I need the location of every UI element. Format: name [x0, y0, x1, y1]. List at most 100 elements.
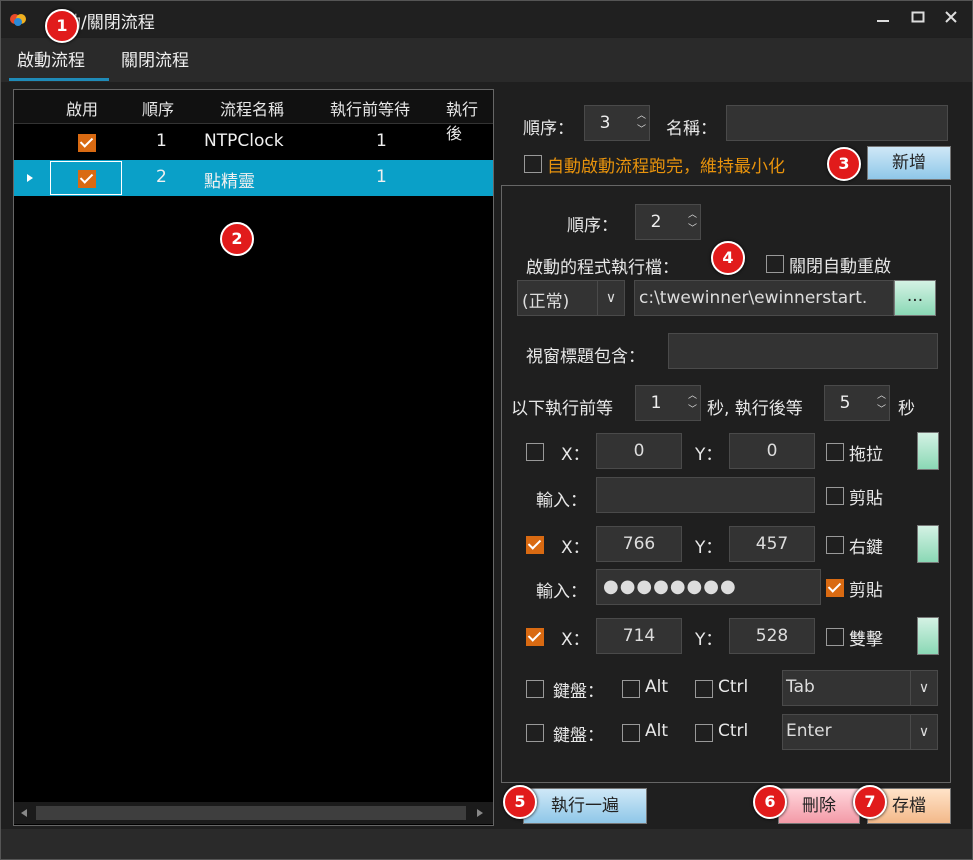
spin-up-icon[interactable]: ︿	[637, 111, 646, 121]
annotation-badge-7: 7	[853, 785, 887, 819]
row-wait-before: 1	[376, 131, 387, 151]
step3-checkbox[interactable]	[526, 536, 544, 554]
step5-y-input[interactable]: 528	[729, 618, 815, 654]
spin-up-icon[interactable]: ︿	[688, 210, 697, 220]
grid-header: 啟用 順序 流程名稱 執行前等待 執行後	[14, 90, 493, 143]
table-row-selected[interactable]: 2 點精靈 1	[14, 160, 493, 196]
keyboard2-checkbox[interactable]	[526, 724, 544, 742]
step3-y-input[interactable]: 457	[729, 526, 815, 562]
disable-restart-checkbox[interactable]	[766, 255, 784, 273]
window-mode-select[interactable]: (正常) ∨	[517, 280, 625, 316]
step1-y-input[interactable]: 0	[729, 433, 815, 469]
keyboard2-alt-checkbox[interactable]	[622, 724, 640, 742]
order-label: 順序：	[523, 119, 574, 139]
name-label: 名稱：	[666, 119, 717, 139]
step1-pick-button[interactable]	[917, 432, 939, 470]
browse-button[interactable]: ...	[894, 280, 936, 316]
step4-action-checkbox[interactable]	[826, 579, 844, 597]
order-stepper[interactable]: 3 ︿ ﹀	[584, 105, 650, 141]
chevron-down-icon[interactable]: ∨	[910, 671, 937, 705]
step5-x-label: X：	[561, 630, 590, 650]
window-mode-value: (正常)	[522, 292, 570, 312]
keyboard2-label: 鍵盤：	[553, 726, 604, 746]
col-header-name[interactable]: 流程名稱	[220, 96, 284, 120]
spin-up-icon[interactable]: ︿	[688, 391, 697, 401]
title-contains-label: 視窗標題包含：	[526, 347, 645, 367]
app-logo-icon	[10, 14, 26, 26]
chevron-down-icon[interactable]: ∨	[597, 281, 624, 315]
spin-down-icon[interactable]: ﹀	[877, 405, 886, 415]
step3-x-input[interactable]: 766	[596, 526, 682, 562]
row-enabled-checkbox[interactable]	[78, 170, 96, 188]
row-enabled-checkbox[interactable]	[78, 134, 96, 152]
delete-button[interactable]: 刪除	[778, 788, 860, 824]
wait-before-stepper[interactable]: 1 ︿ ﹀	[635, 385, 701, 421]
auto-minimize-label: 自動啟動流程跑完，維持最小化	[547, 157, 785, 177]
status-bar	[1, 829, 972, 859]
scroll-left-icon[interactable]	[20, 808, 28, 818]
table-row[interactable]: 1 NTPClock 1	[14, 124, 493, 160]
step4-input[interactable]: ●●●●●●●●	[596, 569, 821, 605]
spin-up-icon[interactable]: ︿	[877, 391, 886, 401]
annotation-badge-1: 1	[45, 9, 79, 43]
step5-x-input[interactable]: 714	[596, 618, 682, 654]
step5-pick-button[interactable]	[917, 617, 939, 655]
col-header-order[interactable]: 順序	[142, 96, 174, 120]
annotation-badge-2: 2	[220, 222, 254, 256]
step2-input[interactable]	[596, 477, 815, 513]
keyboard2-key-select[interactable]: Enter ∨	[782, 714, 938, 750]
flow-grid[interactable]: 啟用 順序 流程名稱 執行前等待 執行後 1 NTPClock 1 2 點精靈 …	[13, 89, 494, 826]
horizontal-scrollbar[interactable]	[14, 802, 493, 824]
minimize-button[interactable]	[869, 5, 897, 33]
disable-restart-label: 關閉自動重啟	[789, 257, 891, 277]
scroll-right-icon[interactable]	[476, 808, 484, 818]
spin-down-icon[interactable]: ﹀	[688, 405, 697, 415]
scrollbar-thumb[interactable]	[36, 806, 466, 820]
step3-action-checkbox[interactable]	[826, 536, 844, 554]
step5-action-checkbox[interactable]	[826, 628, 844, 646]
spin-down-icon[interactable]: ﹀	[688, 224, 697, 234]
keyboard2-alt-label: Alt	[645, 721, 669, 741]
col-header-enabled[interactable]: 啟用	[66, 96, 98, 120]
maximize-button[interactable]	[904, 5, 932, 33]
step1-checkbox[interactable]	[526, 443, 544, 461]
keyboard1-ctrl-checkbox[interactable]	[695, 680, 713, 698]
tab-start-flow[interactable]: 啟動流程	[17, 46, 85, 71]
step5-y-label: Y：	[695, 630, 723, 650]
name-input[interactable]	[726, 105, 948, 141]
step4-action-label: 剪貼	[849, 581, 883, 601]
chevron-down-icon[interactable]: ∨	[910, 715, 937, 749]
auto-minimize-checkbox[interactable]	[524, 155, 542, 173]
keyboard1-key-value: Tab	[786, 677, 815, 697]
step2-action-checkbox[interactable]	[826, 487, 844, 505]
title-contains-input[interactable]	[668, 333, 938, 369]
row-order: 2	[156, 167, 167, 187]
step4-input-label: 輸入：	[536, 582, 587, 602]
step3-pick-button[interactable]	[917, 525, 939, 563]
step5-checkbox[interactable]	[526, 628, 544, 646]
keyboard2-ctrl-checkbox[interactable]	[695, 724, 713, 742]
exe-path-input[interactable]: c:\twewinner\ewinnerstart.	[634, 280, 894, 316]
add-button[interactable]: 新增	[867, 146, 951, 180]
step1-x-input[interactable]: 0	[596, 433, 682, 469]
step2-action-label: 剪貼	[849, 489, 883, 509]
annotation-badge-4: 4	[711, 241, 745, 275]
row-order: 1	[156, 131, 167, 151]
main-window: 啟動/關閉流程 啟動流程 關閉流程 啟用 順序 流程名稱 執行前等待 執行後 1…	[0, 0, 973, 860]
wait-after-value: 5	[839, 393, 851, 413]
run-once-button[interactable]: 執行一遍	[523, 788, 647, 824]
close-icon	[945, 11, 957, 23]
keyboard1-checkbox[interactable]	[526, 680, 544, 698]
wait-before-value: 1	[650, 393, 662, 413]
annotation-badge-6: 6	[753, 785, 787, 819]
tab-close-flow[interactable]: 關閉流程	[121, 46, 189, 71]
annotation-badge-3: 3	[827, 147, 861, 181]
step1-action-checkbox[interactable]	[826, 443, 844, 461]
detail-order-stepper[interactable]: 2 ︿ ﹀	[635, 204, 701, 240]
wait-after-stepper[interactable]: 5 ︿ ﹀	[824, 385, 890, 421]
keyboard1-alt-checkbox[interactable]	[622, 680, 640, 698]
spin-down-icon[interactable]: ﹀	[637, 125, 646, 135]
close-button[interactable]	[937, 5, 965, 33]
col-header-wait-before[interactable]: 執行前等待	[330, 96, 410, 120]
keyboard1-key-select[interactable]: Tab ∨	[782, 670, 938, 706]
